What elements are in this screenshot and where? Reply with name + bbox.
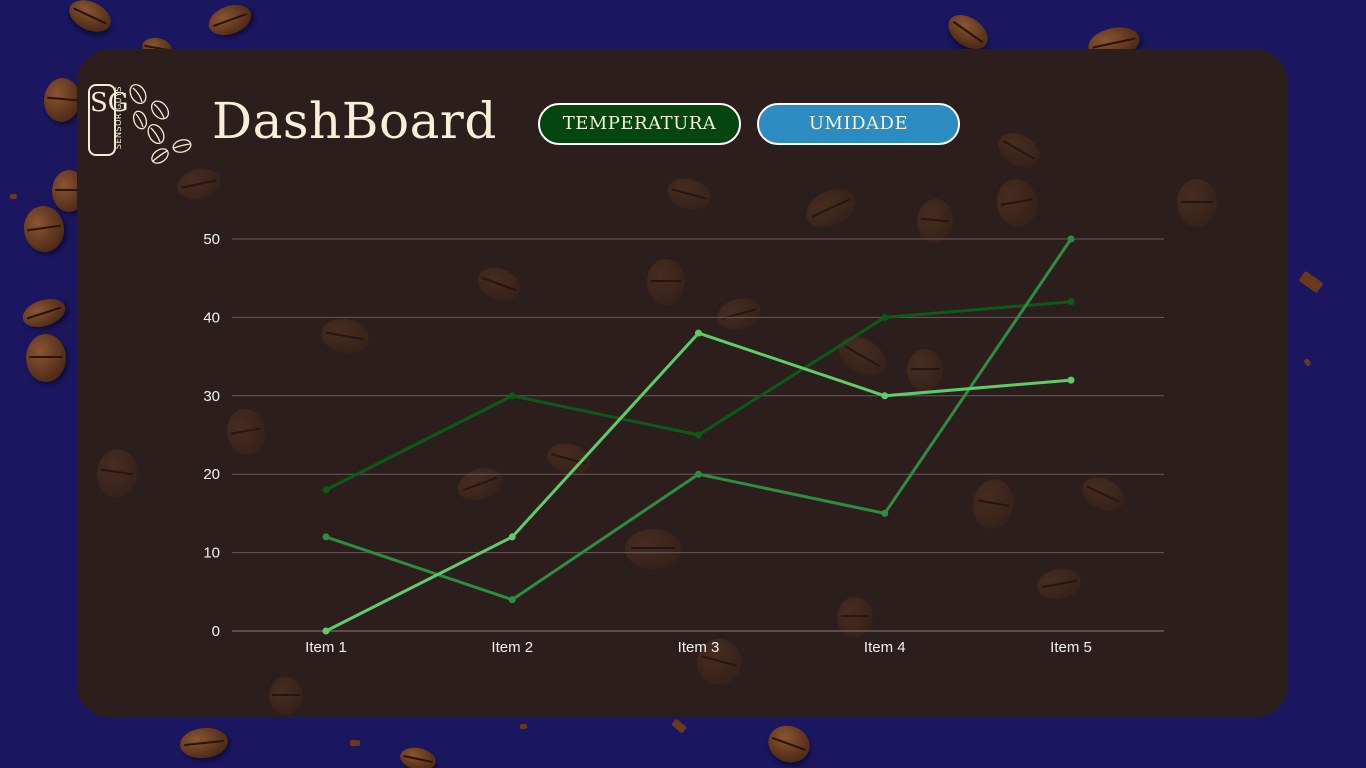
y-tick-label: 10: [203, 545, 220, 562]
data-point: [322, 627, 330, 635]
x-tick-label: Item 1: [305, 639, 347, 656]
y-tick-label: 40: [203, 309, 220, 326]
y-tick-label: 50: [203, 231, 220, 248]
line-chart: 0 10 20 30 40 50 Item 1 Item 2 Item 3 Item 4 Item …: [203, 231, 1164, 656]
series-line-2: [325, 238, 1073, 602]
data-point: [1067, 298, 1075, 306]
x-tick-label: Item 5: [1050, 639, 1092, 656]
x-tick-label: Item 2: [491, 639, 533, 656]
data-point: [881, 313, 889, 321]
data-point: [508, 533, 516, 541]
data-point: [322, 486, 330, 494]
y-tick-label: 20: [203, 466, 220, 483]
data-point: [695, 329, 702, 337]
y-tick-label: 0: [212, 623, 220, 640]
x-tick-label: Item 3: [678, 639, 720, 656]
x-tick-label: Item 4: [864, 639, 906, 656]
data-point: [881, 392, 889, 400]
data-point: [508, 596, 516, 604]
data-point: [881, 509, 889, 517]
data-point: [695, 470, 702, 478]
data-point: [1067, 376, 1075, 384]
data-point: [508, 392, 516, 400]
data-point: [322, 533, 330, 541]
data-point: [695, 431, 702, 439]
data-point: [1067, 235, 1075, 243]
y-tick-label: 30: [203, 388, 220, 405]
series-line-3: [325, 331, 1072, 633]
